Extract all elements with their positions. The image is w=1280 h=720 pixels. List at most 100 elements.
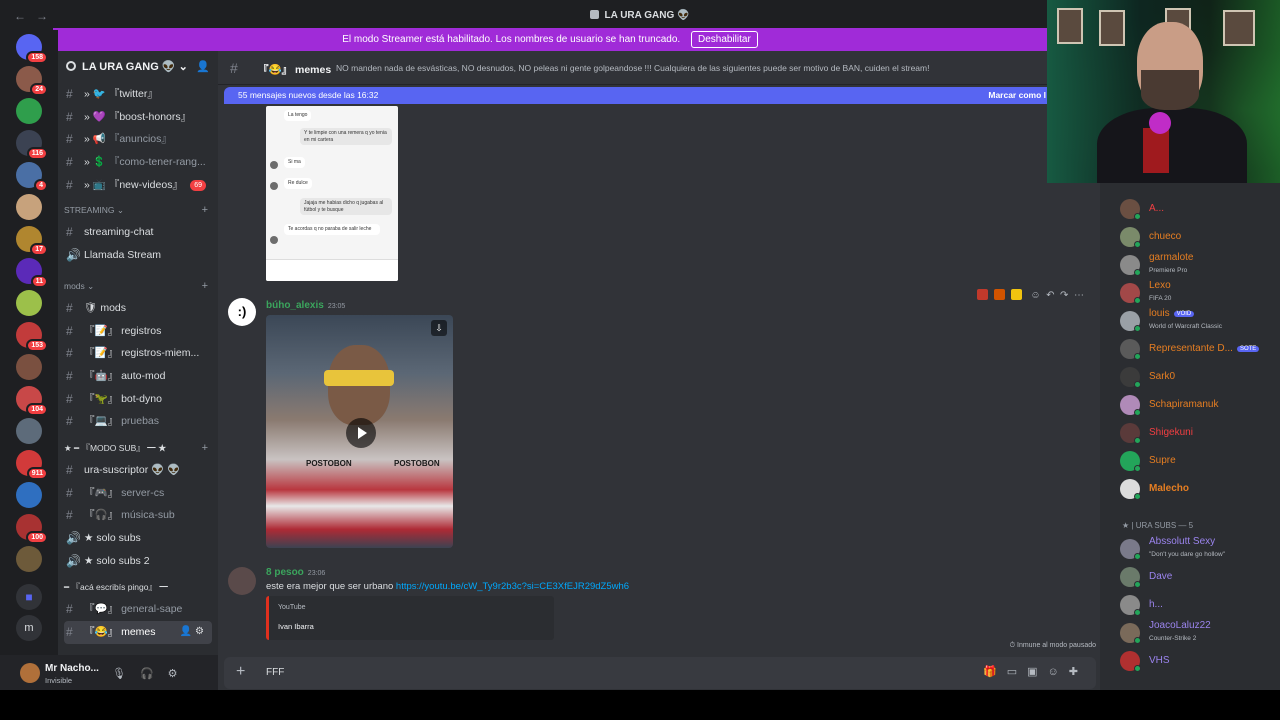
gif-icon[interactable]: ▭ — [1007, 666, 1027, 678]
server-icon[interactable]: 24 — [16, 66, 48, 96]
member-item[interactable]: chueco — [1120, 224, 1280, 250]
server-icon[interactable]: 116 — [16, 130, 48, 160]
server-icon[interactable] — [16, 546, 42, 572]
add-user-icon[interactable]: 👤 — [196, 60, 210, 73]
server-icon[interactable]: 100 — [16, 514, 48, 544]
apps-icon[interactable]: ✚ — [1069, 666, 1088, 678]
member-item[interactable]: Representante D... SOTE — [1120, 336, 1280, 362]
message-author[interactable]: búho_alexis 23:05 — [266, 300, 345, 311]
guild-header[interactable]: LA URA GANG 👽 ⌄ 👤 — [58, 51, 218, 83]
member-item[interactable]: Schapiramanuk — [1120, 392, 1280, 418]
channel-item[interactable]: # ura-suscriptor 👽 👽 — [58, 459, 218, 482]
channel-item[interactable]: 🔊 Llamada Stream — [58, 244, 218, 267]
member-item[interactable]: VHS — [1120, 648, 1280, 674]
channel-item[interactable]: # 『💬』 general-sape — [58, 598, 218, 621]
member-item[interactable]: Supre — [1120, 448, 1280, 474]
member-item[interactable]: Shigekuni — [1120, 420, 1280, 446]
channel-item[interactable]: # 『🎮』 server-cs — [58, 482, 218, 505]
member-item[interactable]: Abssolutt Sexy "Don't you dare go hollow" — [1120, 536, 1280, 562]
member-item[interactable]: Malecho — [1120, 476, 1280, 502]
disable-streamer-button[interactable]: Deshabilitar — [690, 31, 758, 48]
sticker-icon[interactable]: ▣ — [1027, 666, 1047, 678]
reaction-emoji-icon[interactable] — [993, 289, 1005, 300]
channel-item[interactable]: # » 💜 『boost-honors』 — [58, 106, 218, 129]
embed-provider[interactable]: YouTube — [278, 604, 306, 611]
channel-item[interactable]: # 🛡 mods — [58, 297, 218, 320]
server-icon[interactable] — [16, 354, 42, 380]
member-item[interactable]: JoacoLaluz22 Counter-Strike 2 — [1120, 620, 1280, 646]
member-item[interactable]: garmalote Premiere Pro — [1120, 252, 1280, 278]
author-name[interactable]: búho_alexis — [266, 300, 324, 311]
new-messages-bar[interactable]: 55 mensajes nuevos desde las 16:32 Marca… — [224, 87, 1100, 104]
server-m[interactable]: m — [16, 615, 42, 641]
channel-item[interactable]: # 『😂』 memes 👤 ⚙ — [64, 621, 212, 644]
channel-item[interactable]: # 『🤖』 auto-mod — [58, 365, 218, 388]
avatar[interactable]: :) — [228, 298, 256, 326]
member-item[interactable]: h... — [1120, 592, 1280, 618]
attach-plus-icon[interactable]: + — [236, 663, 245, 681]
server-icon[interactable]: 4 — [16, 162, 48, 192]
avatar[interactable] — [228, 567, 256, 595]
channel-item[interactable]: # » 💲 『como-tener-rang... — [58, 151, 218, 174]
author-name[interactable]: 8 pesoo — [266, 567, 304, 578]
channel-item[interactable]: 🔊 ★ solo subs — [58, 527, 218, 550]
settings-gear-icon[interactable]: ⚙ — [168, 668, 192, 680]
add-channel-icon[interactable]: + — [202, 437, 208, 459]
message-author[interactable]: 8 pesoo 23:06 — [266, 567, 325, 578]
forward-icon[interactable]: ↷ — [1060, 290, 1068, 301]
avatar[interactable] — [20, 663, 40, 683]
category-modo-sub[interactable]: ★ ━ 『MODO SUB』 ━ ★ + — [58, 437, 218, 459]
composer-text[interactable]: FFF — [266, 667, 284, 678]
server-icon[interactable] — [16, 418, 42, 444]
member-item[interactable]: Dave — [1120, 564, 1280, 590]
member-item[interactable]: Lexo FIFA 20 — [1120, 280, 1280, 306]
server-icon[interactable] — [16, 482, 42, 508]
channel-item[interactable]: # » 🐦 『twitter』 — [58, 83, 218, 106]
reaction-emoji-icon[interactable] — [1010, 289, 1022, 300]
gift-icon[interactable]: 🎁 — [983, 666, 1007, 678]
home-button[interactable]: 158 — [16, 34, 48, 64]
server-icon[interactable]: 153 — [16, 322, 48, 352]
member-item[interactable]: A... — [1120, 196, 1280, 222]
more-options-icon[interactable]: ⋯ — [1074, 290, 1084, 301]
member-item[interactable]: louis VOID World of Warcraft Classic — [1120, 308, 1280, 334]
user-name[interactable]: Mr Nacho... — [45, 663, 99, 674]
server-icon[interactable]: 104 — [16, 386, 48, 416]
channel-item[interactable]: # 『📝』 registros — [58, 320, 218, 343]
youtube-link[interactable]: https://youtu.be/cW_Ty9r2b3c?si=CE3XfEJR… — [396, 581, 629, 592]
server-icon[interactable]: 17 — [16, 226, 48, 256]
add-channel-icon[interactable]: + — [202, 199, 208, 221]
microphone-icon[interactable]: 🎙 — [112, 668, 140, 680]
download-icon[interactable]: ⇩ — [431, 320, 447, 336]
server-icon[interactable] — [16, 98, 42, 124]
server-icon[interactable]: 911 — [16, 450, 48, 480]
headphones-icon[interactable]: 🎧 — [140, 668, 168, 680]
link-embed[interactable]: YouTube Ivan Ibarra — [266, 596, 554, 640]
reaction-emoji-icon[interactable] — [976, 289, 988, 300]
member-item[interactable]: Sark0 — [1120, 364, 1280, 390]
folder-icon[interactable]: ■ — [16, 584, 42, 610]
server-icon[interactable] — [16, 194, 42, 220]
channel-item[interactable]: # 『🎧』 música-sub — [58, 504, 218, 527]
channel-item[interactable]: # 『🦖』 bot-dyno — [58, 388, 218, 411]
add-reaction-icon[interactable]: ☺ — [1030, 290, 1040, 301]
channel-item[interactable]: # 『📝』 registros-miem... — [58, 342, 218, 365]
server-icon[interactable]: 11 — [16, 258, 48, 288]
category-aca[interactable]: ━ 『acá escribís pingo』 ━ — [58, 576, 218, 598]
channel-item[interactable]: # 『💻』 pruebas — [58, 410, 218, 433]
category-mods[interactable]: mods ⌄ + — [58, 275, 218, 297]
server-icon[interactable] — [16, 290, 42, 316]
category-streaming[interactable]: STREAMING ⌄ + — [58, 199, 218, 221]
reply-icon[interactable]: ↶ — [1046, 290, 1054, 301]
message-input[interactable]: + FFF 🎁▭▣☺✚ — [224, 657, 1096, 689]
video-attachment[interactable]: POSTOBON POSTOBON ⇩ — [266, 315, 453, 548]
emoji-icon[interactable]: ☺ — [1048, 666, 1069, 678]
mark-as-read-button[interactable]: Marcar como l — [988, 87, 1046, 104]
channel-item[interactable]: # » 📢 『anuncios』 — [58, 128, 218, 151]
channel-topic[interactable]: NO manden nada de esvásticas, NO desnudo… — [336, 63, 929, 73]
add-channel-icon[interactable]: + — [202, 275, 208, 297]
channel-settings-icons[interactable]: 👤 ⚙ — [180, 621, 204, 644]
play-button[interactable] — [346, 418, 376, 448]
image-attachment[interactable]: La tengo Y te limpie con una remera q yo… — [266, 106, 398, 281]
channel-item[interactable]: # streaming-chat — [58, 221, 218, 244]
